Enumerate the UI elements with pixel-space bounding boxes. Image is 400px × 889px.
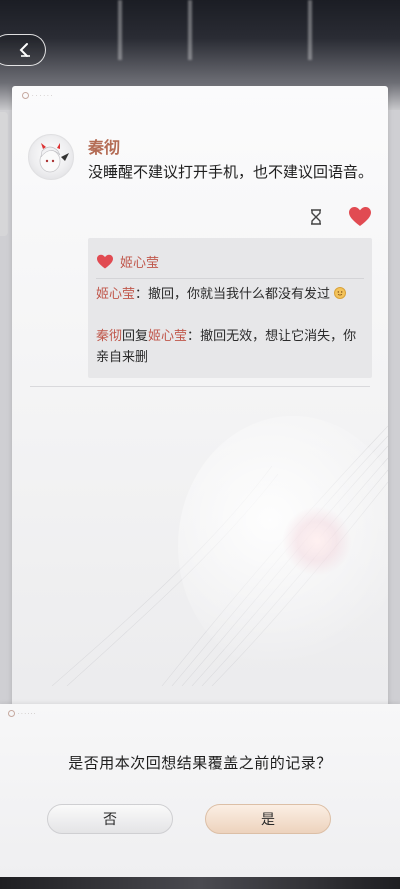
card-logo: · · · · · · bbox=[22, 92, 53, 99]
comment-separator: ： bbox=[187, 329, 201, 344]
likes-row: 姬心莹 bbox=[96, 252, 159, 271]
side-tab-handle[interactable] bbox=[0, 112, 8, 236]
background-light bbox=[118, 0, 122, 60]
yes-button[interactable]: 是 bbox=[205, 804, 331, 834]
reply-word: 回复 bbox=[122, 329, 149, 344]
comment-author[interactable]: 姬心莹 bbox=[96, 287, 135, 302]
glow-light bbox=[282, 506, 352, 576]
smile-emoji-icon bbox=[334, 287, 347, 299]
comment-item[interactable]: 姬心莹：撤回，你就当我什么都没有发过 bbox=[96, 284, 366, 305]
author-avatar[interactable] bbox=[28, 134, 74, 180]
reply-target[interactable]: 姬心莹 bbox=[148, 329, 187, 344]
background-light bbox=[188, 0, 192, 60]
comment-author[interactable]: 秦彻 bbox=[96, 329, 122, 344]
comment-divider bbox=[96, 278, 364, 279]
comment-item[interactable]: 秦彻回复姬心莹：撤回无效，想让它消失，你亲自来删 bbox=[96, 326, 366, 368]
back-arrow-icon bbox=[19, 43, 30, 57]
dialog-logo: · · · · · · bbox=[8, 710, 35, 717]
heart-icon bbox=[97, 254, 113, 269]
post-author-name[interactable]: 秦彻 bbox=[88, 134, 120, 158]
comment-separator: ： bbox=[135, 287, 149, 302]
no-button[interactable]: 否 bbox=[47, 804, 173, 834]
back-button[interactable] bbox=[0, 34, 46, 66]
like-user-name[interactable]: 姬心莹 bbox=[120, 252, 159, 271]
avatar-icon bbox=[39, 143, 69, 173]
like-heart-icon[interactable] bbox=[348, 206, 372, 228]
background-light bbox=[308, 0, 312, 60]
bottom-background-strip bbox=[0, 877, 400, 889]
comment-box: 姬心莹 姬心莹：撤回，你就当我什么都没有发过 秦彻回复姬心莹：撤回无效，想让它消… bbox=[88, 238, 372, 378]
hourglass-icon[interactable] bbox=[308, 208, 324, 226]
dialog-question: 是否用本次回想结果覆盖之前的记录？ bbox=[68, 754, 332, 772]
moment-post-card: · · · · · · 秦彻 没睡醒不建议打开手机，也不建议回语音。 姬心莹 姬… bbox=[12, 86, 388, 726]
post-text: 没睡醒不建议打开手机，也不建议回语音。 bbox=[88, 163, 374, 181]
post-divider bbox=[30, 386, 370, 387]
comment-text: 撤回，你就当我什么都没有发过 bbox=[148, 287, 331, 302]
confirm-dialog: · · · · · · 是否用本次回想结果覆盖之前的记录？ 否 是 bbox=[0, 704, 400, 877]
